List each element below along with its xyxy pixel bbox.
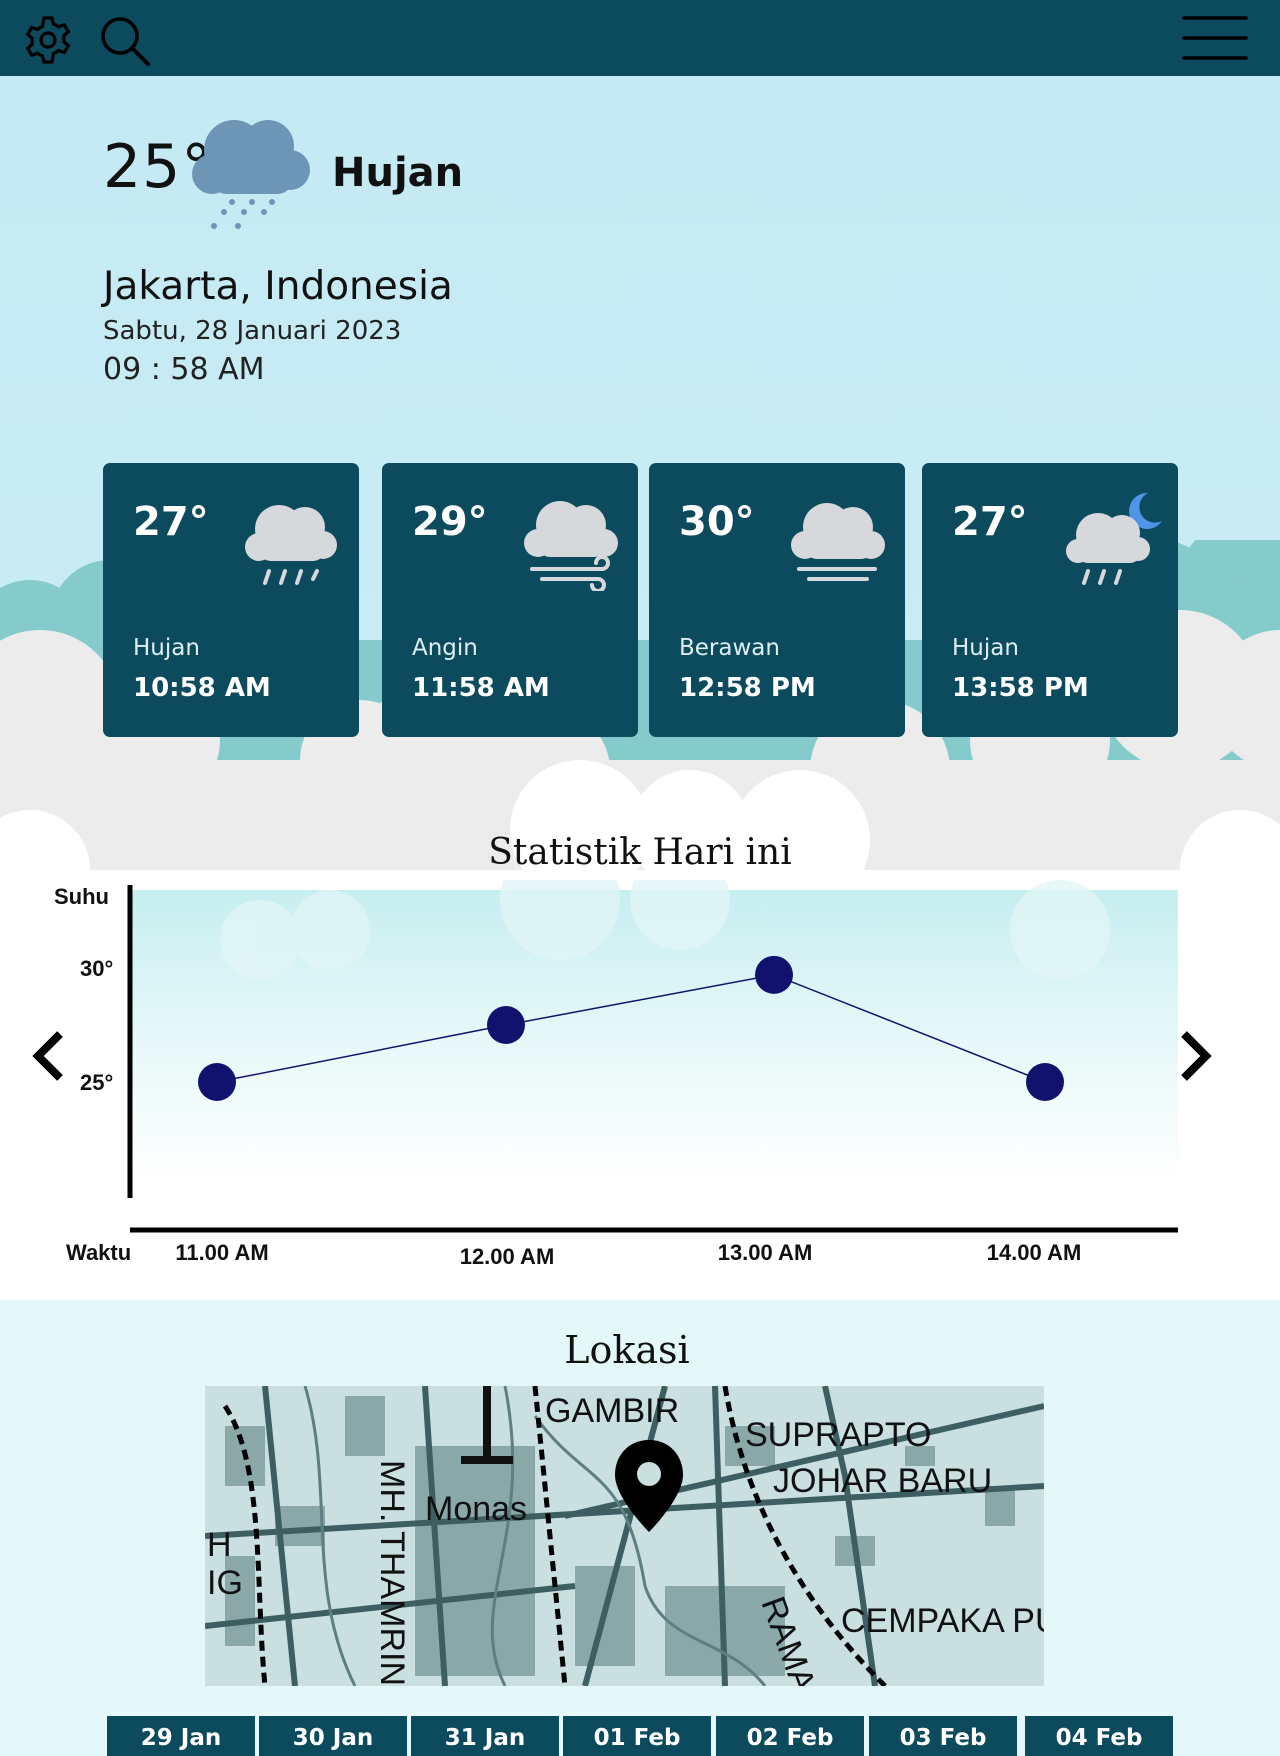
- map-label: H: [207, 1526, 232, 1564]
- day-tab[interactable]: 04 Feb: [1025, 1716, 1173, 1756]
- forecast-temperature: 29°: [412, 499, 488, 545]
- forecast-temperature: 27°: [952, 499, 1028, 545]
- day-tab[interactable]: 30 Jan: [259, 1716, 407, 1756]
- data-point[interactable]: [198, 1063, 236, 1101]
- forecast-time: 12:58 PM: [679, 673, 816, 703]
- data-point[interactable]: [487, 1006, 525, 1044]
- rain-cloud-icon: [245, 505, 337, 585]
- forecast-condition: Angin: [412, 635, 478, 661]
- forecast-time: 13:58 PM: [952, 673, 1089, 703]
- map-label: IG: [207, 1564, 243, 1602]
- map-label: GAMBIR: [545, 1392, 679, 1430]
- map-image: GAMBIR SUPRAPTO JOHAR BARU Monas CEMPAKA…: [205, 1386, 1044, 1686]
- forecast-time: 10:58 AM: [133, 673, 271, 703]
- day-tab[interactable]: 01 Feb: [563, 1716, 711, 1756]
- top-bar: [0, 0, 1280, 76]
- chevron-left-icon[interactable]: [28, 1028, 68, 1084]
- x-tick-label: 12.00 AM: [460, 1244, 555, 1269]
- data-point[interactable]: [1026, 1063, 1064, 1101]
- temperature-chart: Suhu Waktu 30° 25° 11.00 AM 12.00 AM 13.00 A…: [54, 880, 1178, 1269]
- search-icon[interactable]: [96, 12, 152, 68]
- hamburger-menu-icon[interactable]: [1182, 12, 1248, 68]
- map-label: JOHAR BARU: [773, 1462, 992, 1500]
- forecast-time: 11:58 AM: [412, 673, 550, 703]
- map-label: Monas: [425, 1490, 527, 1528]
- map-label: CEMPAKA PU: [841, 1602, 1044, 1640]
- day-tab[interactable]: 29 Jan: [107, 1716, 255, 1756]
- fog-cloud-icon: [791, 503, 885, 581]
- map-label: SUPRAPTO: [745, 1416, 931, 1454]
- location-name: Jakarta, Indonesia: [103, 264, 453, 309]
- forecast-condition: Hujan: [952, 635, 1019, 661]
- x-tick-label: 11.00 AM: [175, 1240, 268, 1265]
- stats-title: Statistik Hari ini: [488, 832, 792, 873]
- map-label: MH. THAMRIN: [373, 1460, 411, 1686]
- location-map[interactable]: GAMBIR SUPRAPTO JOHAR BARU Monas CEMPAKA…: [205, 1386, 1044, 1686]
- x-tick-label: 14.00 AM: [987, 1240, 1082, 1265]
- map-pin-icon: [615, 1440, 683, 1532]
- day-tab[interactable]: 03 Feb: [869, 1716, 1017, 1756]
- current-time: 09 : 58 AM: [103, 352, 265, 387]
- location-title: Lokasi: [564, 1328, 690, 1372]
- forecast-card[interactable]: 30° Berawan 12:58 PM: [649, 463, 905, 737]
- forecast-card[interactable]: 27° Hujan 10:58 AM: [103, 463, 359, 737]
- current-date: Sabtu, 28 Januari 2023: [103, 316, 402, 346]
- chevron-right-icon[interactable]: [1176, 1028, 1216, 1084]
- gear-icon[interactable]: [20, 12, 76, 68]
- rain-cloud-icon: [192, 120, 310, 229]
- x-axis-label: Waktu: [66, 1240, 131, 1265]
- current-condition: Hujan: [332, 150, 464, 196]
- y-axis-label: Suhu: [54, 884, 109, 909]
- day-tab[interactable]: 02 Feb: [716, 1716, 864, 1756]
- y-tick-label: 30°: [80, 956, 113, 981]
- forecast-card[interactable]: 27° Hujan 13:58 PM: [922, 463, 1178, 737]
- y-tick-label: 25°: [80, 1070, 113, 1095]
- forecast-card[interactable]: 29° Angin 11:58 AM: [382, 463, 638, 737]
- day-tab[interactable]: 31 Jan: [411, 1716, 559, 1756]
- data-point[interactable]: [755, 955, 793, 994]
- forecast-condition: Berawan: [679, 635, 780, 661]
- forecast-temperature: 27°: [133, 499, 209, 545]
- night-rain-cloud-icon: [1066, 492, 1162, 585]
- wind-cloud-icon: [524, 501, 618, 591]
- x-tick-label: 13.00 AM: [718, 1240, 813, 1265]
- forecast-temperature: 30°: [679, 499, 755, 545]
- forecast-condition: Hujan: [133, 635, 200, 661]
